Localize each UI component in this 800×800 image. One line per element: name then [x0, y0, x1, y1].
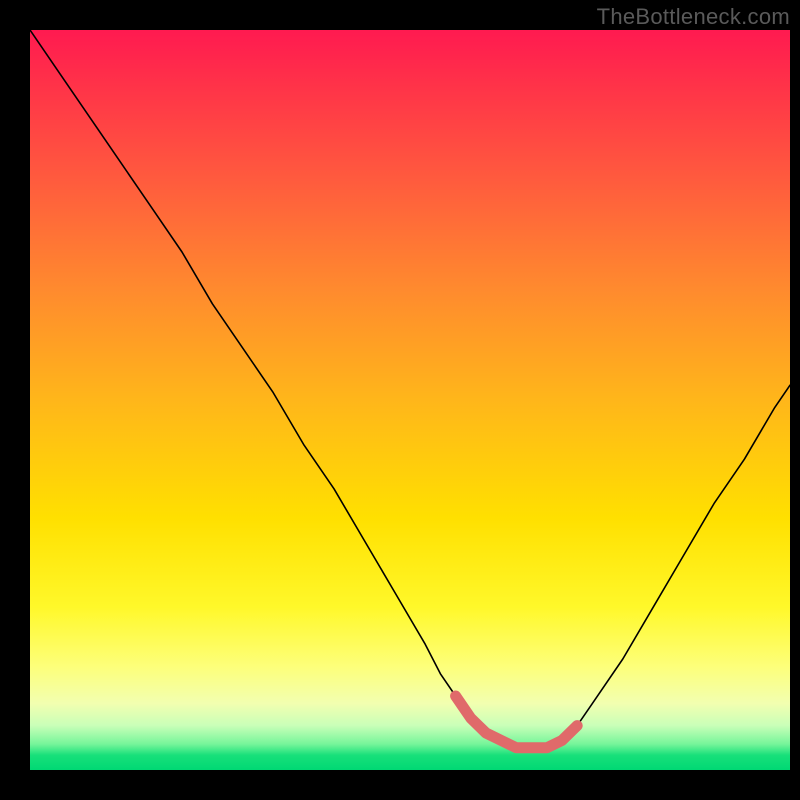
watermark-text: TheBottleneck.com: [597, 4, 790, 30]
optimal-range-marker: [456, 696, 578, 748]
bottleneck-curve: [30, 30, 790, 748]
chart-frame: TheBottleneck.com: [0, 0, 800, 800]
plot-area: [30, 30, 790, 770]
curve-layer: [30, 30, 790, 770]
